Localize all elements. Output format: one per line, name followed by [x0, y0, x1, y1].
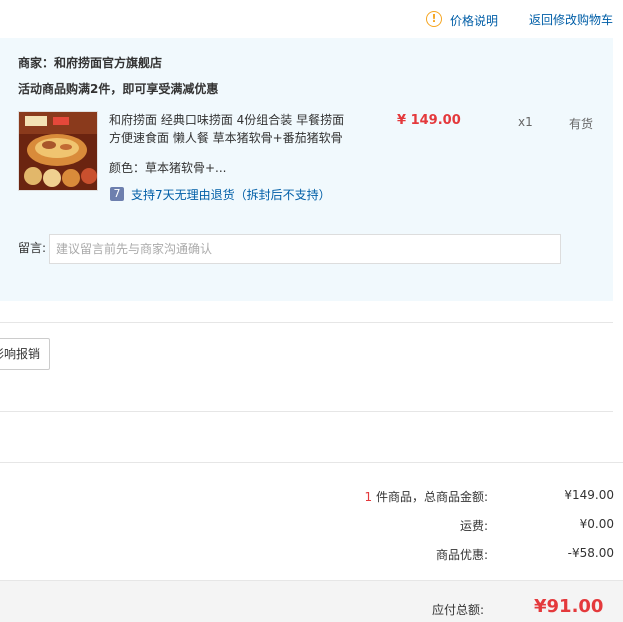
product-name-line2[interactable]: 方便速食面 懒人餐 草本猪软骨+番茄猪软骨 [109, 128, 343, 149]
price-explain-link[interactable]: 价格说明 [450, 12, 498, 29]
stock-status: 有货 [569, 117, 594, 131]
discount-label: 商品优惠: [435, 548, 488, 562]
merchant-name: 商家：和府捞面官方旗舰店 [18, 56, 163, 70]
seven-day-return-icon: 7 [110, 187, 124, 201]
return-policy-text: 支持7天无理由退货（拆封后不支持） [131, 188, 331, 202]
invoice-button[interactable]: 影响报销 [0, 338, 50, 370]
shipping-fee: ¥0.00 [579, 517, 614, 531]
goods-total: ¥149.00 [564, 488, 614, 502]
divider [0, 411, 613, 412]
payable-label: 应付总额: [431, 603, 484, 617]
noodle-image [19, 112, 97, 190]
product-thumbnail[interactable] [18, 111, 98, 191]
product-quantity: x1 [518, 115, 533, 129]
shipping-label: 运费: [459, 519, 488, 533]
promo-text: 活动商品购满2件，即可享受满减优惠 [18, 82, 219, 96]
discount-amount: -¥58.00 [567, 546, 614, 560]
divider [0, 462, 623, 463]
divider [0, 322, 613, 323]
product-price: ¥ 149.00 [397, 113, 461, 128]
goods-count: 1 [364, 490, 373, 504]
payable-total: ¥91.00 [534, 596, 604, 617]
back-to-cart-link[interactable]: 返回修改购物车 [529, 11, 613, 28]
goods-count-label: 1 件商品，总商品金额: [364, 490, 489, 504]
product-color: 颜色：草本猪软骨+... [109, 161, 227, 175]
info-warning-icon[interactable]: ! [426, 11, 442, 27]
message-input[interactable] [49, 234, 561, 264]
message-label: 留言: [18, 241, 47, 255]
